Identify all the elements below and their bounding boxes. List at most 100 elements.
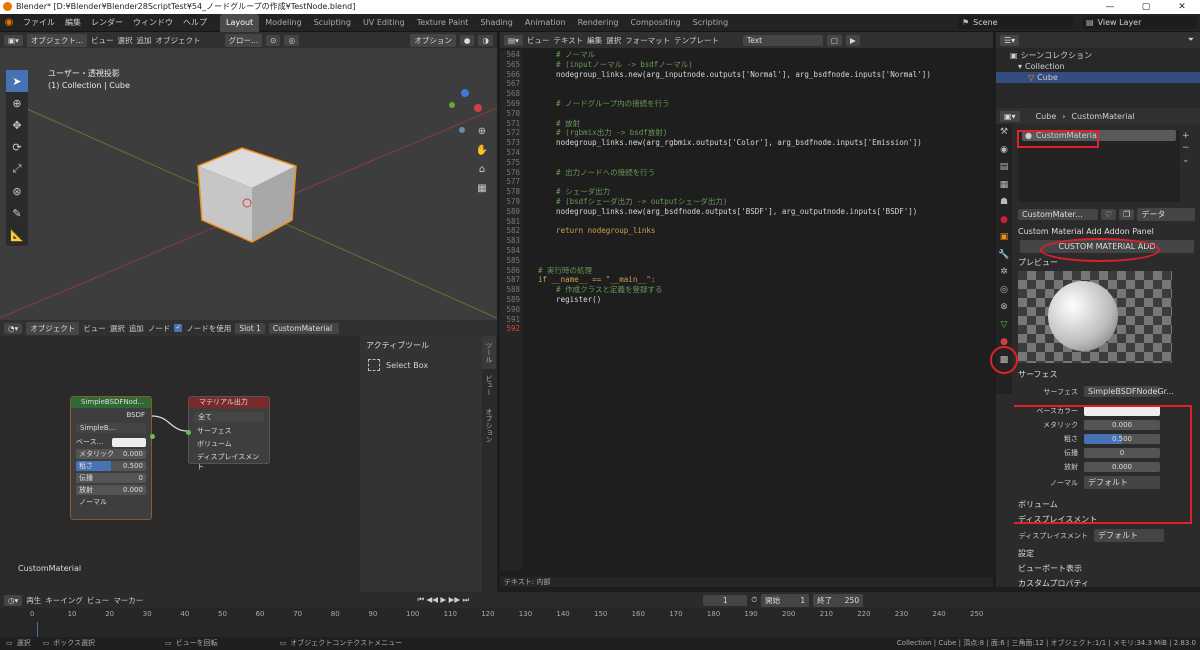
group-input-roughness[interactable]: 粗さ 0.500 (76, 461, 146, 471)
tab-modeling[interactable]: Modeling (259, 14, 307, 32)
code-line[interactable]: 564 # ノーマル (500, 50, 990, 60)
material-datablock-field[interactable]: CustomMater... (1018, 209, 1098, 220)
close-button[interactable]: ✕ (1164, 0, 1200, 14)
minimize-button[interactable]: — (1092, 0, 1128, 14)
timeline-menu-playback[interactable]: 再生 (26, 595, 41, 606)
run-script-icon[interactable]: ▶ (846, 34, 860, 46)
code-line[interactable]: 573 nodegroup_links.new(arg_rgbmix.outpu… (500, 138, 990, 148)
node-menu-node[interactable]: ノード (148, 323, 171, 334)
material-output-node[interactable]: マテリアル出力 全て サーフェス ボリューム ディスプレイスメント (186, 396, 270, 471)
code-line[interactable]: 565 # (inputノーマル -> bsdfノーマル) (500, 60, 990, 70)
text-editor[interactable]: ▤▾ ビュー テキスト 編集 選択 フォーマット テンプレート Text ▢ ▶… (500, 32, 993, 587)
text-file-field[interactable]: Text (742, 34, 823, 46)
code-line[interactable]: 566 nodegroup_links.new(arg_inputnode.ou… (500, 70, 990, 80)
menu-edit[interactable]: 編集 (60, 14, 86, 32)
code-line[interactable]: 572 # (rgbmix出力 -> bsdf放射) (500, 128, 990, 138)
mode-dropdown[interactable]: オブジェクト... (26, 33, 88, 47)
sidebar-tab-tool[interactable]: ツール (482, 336, 496, 369)
text-menu-templates[interactable]: テンプレート (674, 35, 719, 46)
code-line[interactable]: 583 (500, 236, 990, 246)
viewport-display-panel-title[interactable]: ビューポート表示 (1018, 563, 1196, 574)
current-frame-field[interactable]: 1 (703, 594, 748, 606)
code-line[interactable]: 574 (500, 148, 990, 158)
group-input-emission[interactable]: 放射 0.000 (76, 485, 146, 495)
code-line[interactable]: 591 (500, 315, 990, 325)
tab-animation[interactable]: Animation (519, 14, 572, 32)
viewport-menu-select[interactable]: 選択 (118, 35, 133, 46)
timeline[interactable]: ◷▾ 再生 キーイング ビュー マーカー ⏮ ◀◀ ▶ ▶▶ ⏭ 1 ⏱ 開始 1… (0, 592, 1200, 637)
world-tab-icon[interactable]: ● (996, 212, 1012, 230)
addon-panel-title[interactable]: Custom Material Add Addon Panel (1018, 227, 1196, 236)
viewport-menu-add[interactable]: 追加 (137, 35, 152, 46)
transform-orientation-dropdown[interactable]: グロー... (224, 33, 263, 47)
tab-compositing[interactable]: Compositing (624, 14, 686, 32)
select-cursor-icon[interactable]: ➤ (6, 70, 28, 92)
use-nodes-checkbox[interactable]: ✓ (174, 324, 183, 332)
code-line[interactable]: 567 (500, 79, 990, 89)
pan-icon[interactable]: ✋ (473, 141, 491, 160)
start-frame-field[interactable]: 開始 1 (761, 593, 810, 607)
move-icon[interactable]: ✥ (6, 114, 28, 136)
fake-user-icon[interactable]: ♡ (1101, 209, 1117, 220)
timeline-menu-view[interactable]: ビュー (87, 595, 110, 606)
playhead[interactable] (37, 622, 38, 637)
menu-render[interactable]: レンダー (86, 14, 128, 32)
end-frame-field[interactable]: 終了 250 (813, 593, 864, 607)
measure-icon[interactable]: 📐 (6, 224, 28, 246)
scene-selector[interactable]: ⚑ Scene (958, 16, 1073, 29)
menu-help[interactable]: ヘルプ (178, 14, 212, 32)
play-icon[interactable]: ▶ (440, 595, 446, 604)
group-base-color[interactable] (112, 437, 146, 447)
link-dropdown[interactable]: データ (1137, 208, 1196, 221)
code-line[interactable]: 587 if __name__ == "__main__": (500, 275, 990, 285)
zoom-icon[interactable]: ⊕ (473, 122, 491, 141)
viewport-menu-view[interactable]: ビュー (91, 35, 114, 46)
bsdf-output-socket[interactable] (150, 434, 155, 439)
properties-type-button[interactable]: ▣▾ (1000, 110, 1020, 122)
node-editor[interactable]: ◔▾ オブジェクト ビュー 選択 追加 ノード ✓ ノードを使用 Slot 1 … (0, 320, 497, 592)
text-menu-format[interactable]: フォーマット (625, 35, 670, 46)
code-line[interactable]: 582 return nodegroup_links (500, 226, 990, 236)
surface-panel-title[interactable]: サーフェス (1018, 369, 1196, 380)
3d-viewport[interactable]: ▣▾ オブジェクト... ビュー 選択 追加 オブジェクト グロー... ⊙ ◎… (0, 32, 497, 320)
tab-texture-paint[interactable]: Texture Paint (411, 14, 475, 32)
code-line[interactable]: 579 # (bsdfシェーダ出力 -> outputシェーダ出力) (500, 197, 990, 207)
sidebar-tab-view[interactable]: ビュー (482, 369, 496, 402)
viewport-menu-object[interactable]: オブジェクト (156, 35, 201, 46)
tab-uv-editing[interactable]: UV Editing (357, 14, 411, 32)
view-layer-selector[interactable]: ▤ View Layer (1082, 16, 1197, 29)
data-tab-icon[interactable]: ▽ (996, 317, 1012, 335)
editor-type-button[interactable]: ▣▾ (4, 34, 23, 46)
code-line[interactable]: 592 (500, 324, 990, 334)
tab-scripting[interactable]: Scripting (687, 14, 735, 32)
code-line[interactable]: 584 (500, 246, 990, 256)
settings-panel-title[interactable]: 設定 (1018, 548, 1196, 559)
tab-shading[interactable]: Shading (474, 14, 519, 32)
group-input-transmission[interactable]: 伝播 0 (76, 473, 146, 483)
code-line[interactable]: 586 # 実行時の処理 (500, 266, 990, 276)
sidebar-tab-options[interactable]: オプション (482, 402, 496, 449)
annotate-icon[interactable]: ✎ (6, 202, 28, 224)
copy-material-icon[interactable]: ❐ (1119, 209, 1135, 220)
code-line[interactable]: 571 # 放射 (500, 119, 990, 129)
next-key-icon[interactable]: ▶▶ (449, 595, 461, 604)
node-menu-select[interactable]: 選択 (110, 323, 125, 334)
node-editor-type-button[interactable]: ◔▾ (4, 322, 23, 334)
custom-props-panel-title[interactable]: カスタムプロパティ (1018, 578, 1196, 587)
code-line[interactable]: 569 # ノードグループ内の接続を行う (500, 99, 990, 109)
code-line[interactable]: 581 (500, 217, 990, 227)
jump-start-icon[interactable]: ⏮ (417, 595, 424, 604)
camera-icon[interactable]: ⌂ (473, 160, 491, 179)
output-tab-icon[interactable]: ▤ (996, 159, 1012, 177)
code-line[interactable]: 576 # 出力ノードへの接続を行う (500, 168, 990, 178)
outliner-collection[interactable]: ▾ Collection (996, 61, 1200, 72)
active-tool-row[interactable]: Select Box (360, 355, 482, 375)
output-target-dropdown[interactable]: 全て (194, 412, 264, 422)
timeline-type-button[interactable]: ◷▾ (4, 594, 23, 606)
tab-layout[interactable]: Layout (220, 13, 260, 32)
constraints-tab-icon[interactable]: ⊗ (996, 299, 1012, 317)
code-line[interactable]: 568 (500, 89, 990, 99)
surface-input-socket[interactable] (186, 430, 191, 435)
code-line[interactable]: 590 (500, 305, 990, 315)
remove-slot-icon[interactable]: − (1182, 142, 1190, 154)
